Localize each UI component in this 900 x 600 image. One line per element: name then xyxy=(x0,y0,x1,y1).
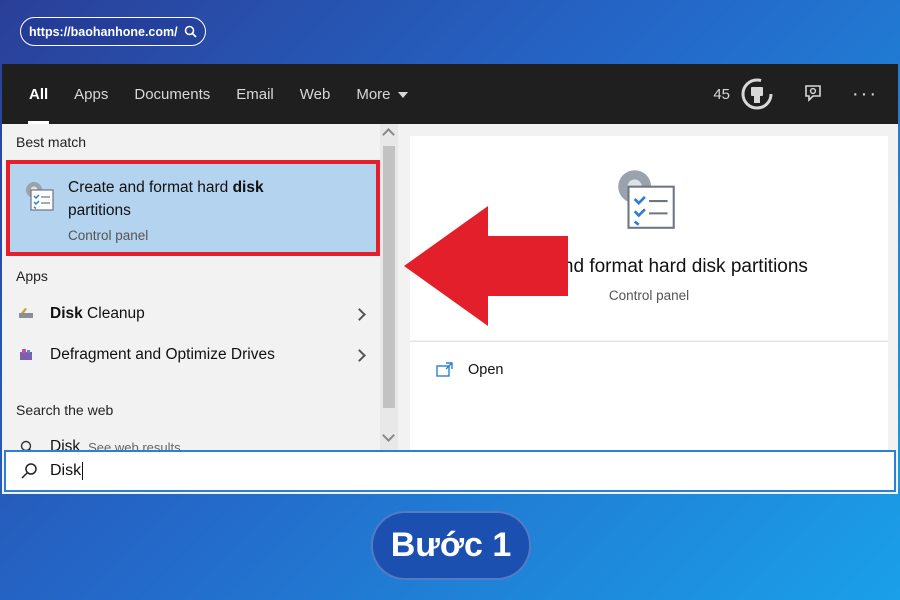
tab-label: All xyxy=(29,85,49,103)
scroll-up-icon[interactable] xyxy=(382,128,395,141)
best-match-label: Best match xyxy=(16,134,87,150)
url-text: https://baohanhone.com/ xyxy=(29,24,178,39)
open-label: Open xyxy=(468,362,504,378)
label-rest: Defragment and Optimize Drives xyxy=(50,346,275,363)
app-item-label: Defragment and Optimize Drives xyxy=(50,346,355,364)
search-box[interactable]: Disk xyxy=(4,450,896,492)
rewards-points[interactable]: 45 xyxy=(713,77,774,111)
disk-cleanup-icon xyxy=(18,307,34,321)
tab-label: Web xyxy=(299,85,331,103)
tab-label: More xyxy=(356,85,391,103)
results-scrollbar[interactable] xyxy=(380,124,398,450)
title-part: Create and format hard xyxy=(68,179,233,196)
app-item-defragment[interactable]: Defragment and Optimize Drives xyxy=(2,335,380,375)
rewards-medal-icon xyxy=(741,78,773,110)
preview-actions: Open xyxy=(410,341,888,450)
chevron-right-icon[interactable] xyxy=(353,307,366,321)
app-item-label: Disk Cleanup xyxy=(50,305,355,323)
search-window: All Apps Documents Email Web More 45 ··· xyxy=(2,64,898,494)
feedback-icon[interactable] xyxy=(802,83,824,105)
tab-email[interactable]: Email xyxy=(223,64,287,124)
search-icon xyxy=(184,25,197,38)
tab-apps[interactable]: Apps xyxy=(61,64,121,124)
red-arrow-icon xyxy=(404,206,568,326)
tab-all[interactable]: All xyxy=(16,64,61,124)
scroll-down-icon[interactable] xyxy=(382,429,395,442)
defragment-icon xyxy=(18,347,34,363)
chevron-right-icon[interactable] xyxy=(353,348,366,362)
search-input[interactable]: Disk xyxy=(50,462,81,480)
points-count: 45 xyxy=(713,85,731,103)
search-web-label: Search the web xyxy=(16,402,114,418)
disk-management-icon xyxy=(618,170,675,229)
search-icon xyxy=(20,462,38,480)
caret-down-icon xyxy=(397,92,408,98)
tab-label: Documents xyxy=(134,85,211,103)
disk-management-icon xyxy=(26,182,54,211)
tab-label: Email xyxy=(236,85,274,103)
best-match-title: Create and format hard disk partitions xyxy=(68,176,328,222)
tab-documents[interactable]: Documents xyxy=(121,64,223,124)
search-topbar: All Apps Documents Email Web More 45 ··· xyxy=(2,64,898,124)
title-part: partitions xyxy=(68,202,131,219)
apps-label: Apps xyxy=(16,268,48,284)
open-icon xyxy=(436,362,453,377)
text-cursor xyxy=(82,462,84,480)
scroll-thumb[interactable] xyxy=(383,146,395,408)
best-match-item[interactable]: Create and format hard disk partitions C… xyxy=(6,160,380,256)
title-bold-part: disk xyxy=(232,179,264,196)
tab-web[interactable]: Web xyxy=(287,64,344,124)
topbar-actions: 45 ··· xyxy=(713,64,878,124)
more-options-icon[interactable]: ··· xyxy=(852,84,878,104)
app-item-disk-cleanup[interactable]: Disk Cleanup xyxy=(2,294,380,334)
open-button[interactable]: Open xyxy=(436,362,503,378)
best-match-subtitle: Control panel xyxy=(68,228,149,243)
step-badge: Bước 1 xyxy=(371,511,531,580)
label-bold: Disk xyxy=(50,305,83,322)
tab-label: Apps xyxy=(74,85,109,103)
tab-more[interactable]: More xyxy=(343,64,420,124)
url-pill: https://baohanhone.com/ xyxy=(20,17,206,46)
filter-tabs: All Apps Documents Email Web More xyxy=(16,64,421,124)
label-rest: Cleanup xyxy=(82,305,145,322)
